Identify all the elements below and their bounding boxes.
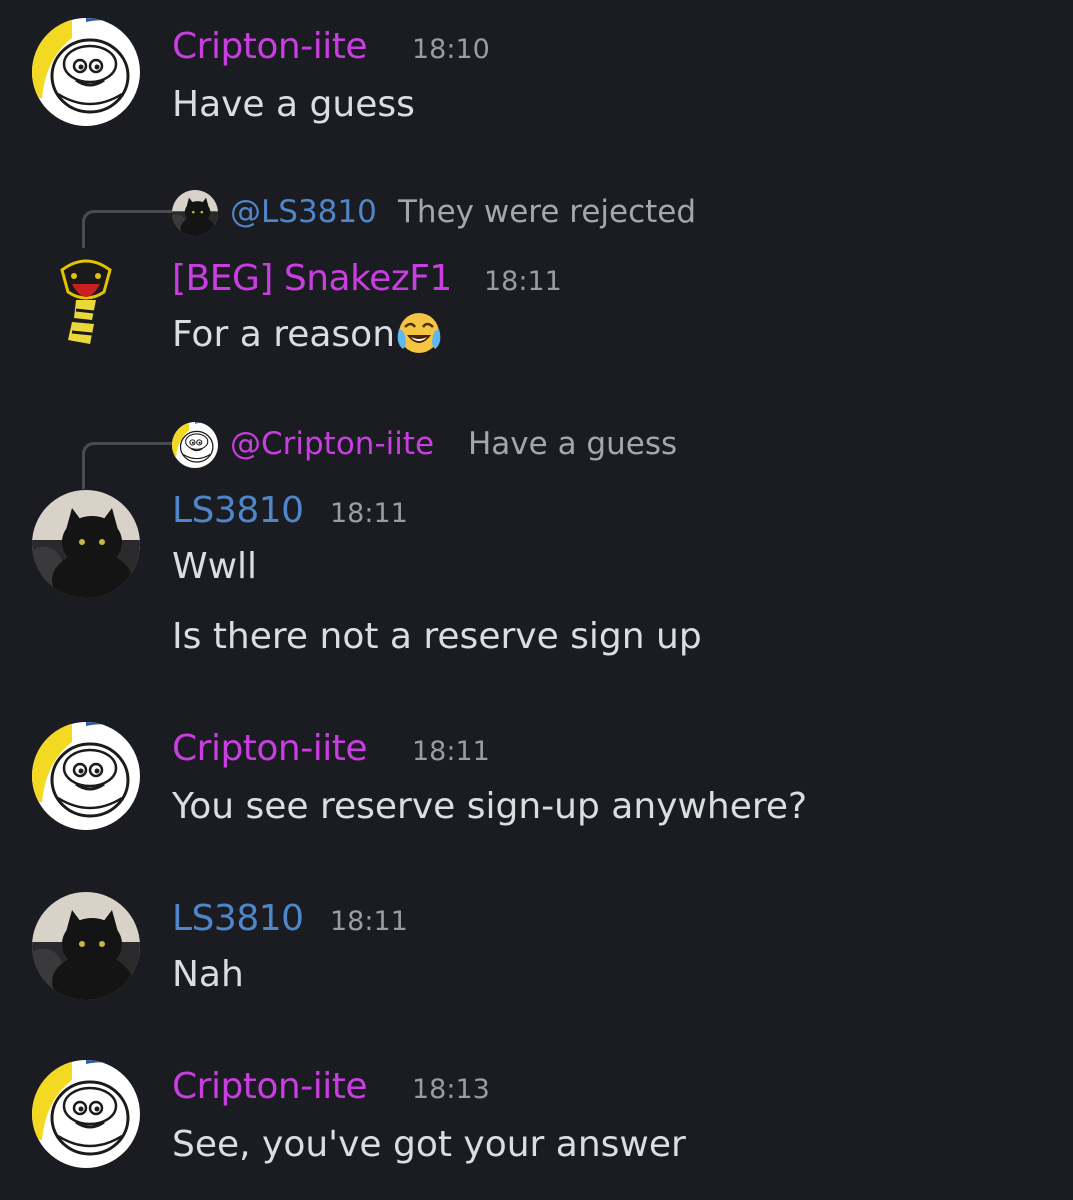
message-text: Is there not a reserve sign up — [172, 616, 702, 657]
michelin-avatar-image — [172, 422, 218, 468]
reply-preview[interactable]: @Cripton-iite Have a guess — [0, 420, 1073, 489]
author-name[interactable]: [BEG] SnakezF1 — [172, 258, 452, 299]
michelin-avatar[interactable] — [32, 1060, 140, 1168]
reply-preview[interactable]: @LS3810 They were rejected — [0, 188, 1073, 257]
michelin-avatar-image — [32, 1060, 140, 1168]
timestamp: 18:11 — [330, 906, 408, 937]
message-text: Have a guess — [172, 84, 415, 125]
timestamp: 18:10 — [412, 34, 490, 65]
cat-avatar-image — [32, 892, 140, 1000]
timestamp: 18:11 — [330, 498, 408, 529]
reply-mention[interactable]: @LS3810 — [230, 194, 377, 230]
michelin-avatar-image — [32, 722, 140, 830]
timestamp: 18:11 — [484, 266, 562, 297]
cat-avatar-image — [172, 190, 218, 236]
message-text-row: For a reason — [172, 314, 443, 357]
reply-text: Have a guess — [468, 426, 678, 462]
author-name[interactable]: Cripton-iite — [172, 728, 368, 769]
cat-avatar-image — [32, 490, 140, 598]
message-text: You see reserve sign-up anywhere? — [172, 786, 808, 827]
snake-avatar[interactable] — [32, 248, 140, 356]
message-text: See, you've got your answer — [172, 1124, 686, 1165]
author-name[interactable]: Cripton-iite — [172, 1066, 368, 1107]
snake-avatar-image — [32, 248, 140, 356]
michelin-avatar — [172, 422, 218, 468]
message-text: Wwll — [172, 546, 258, 587]
message-text: Nah — [172, 954, 244, 995]
michelin-avatar-image — [32, 18, 140, 126]
cat-avatar[interactable] — [32, 490, 140, 598]
author-name[interactable]: Cripton-iite — [172, 26, 368, 67]
author-name[interactable]: LS3810 — [172, 898, 304, 939]
laughing-tears-emoji — [395, 309, 443, 357]
reply-connector — [82, 442, 177, 489]
reply-text: They were rejected — [398, 194, 697, 230]
message-text: For a reason — [172, 314, 396, 355]
timestamp: 18:13 — [412, 1074, 490, 1105]
cat-avatar[interactable] — [32, 892, 140, 1000]
michelin-avatar[interactable] — [32, 722, 140, 830]
michelin-avatar[interactable] — [32, 18, 140, 126]
author-name[interactable]: LS3810 — [172, 490, 304, 531]
cat-avatar — [172, 190, 218, 236]
reply-mention[interactable]: @Cripton-iite — [230, 426, 434, 462]
timestamp: 18:11 — [412, 736, 490, 767]
